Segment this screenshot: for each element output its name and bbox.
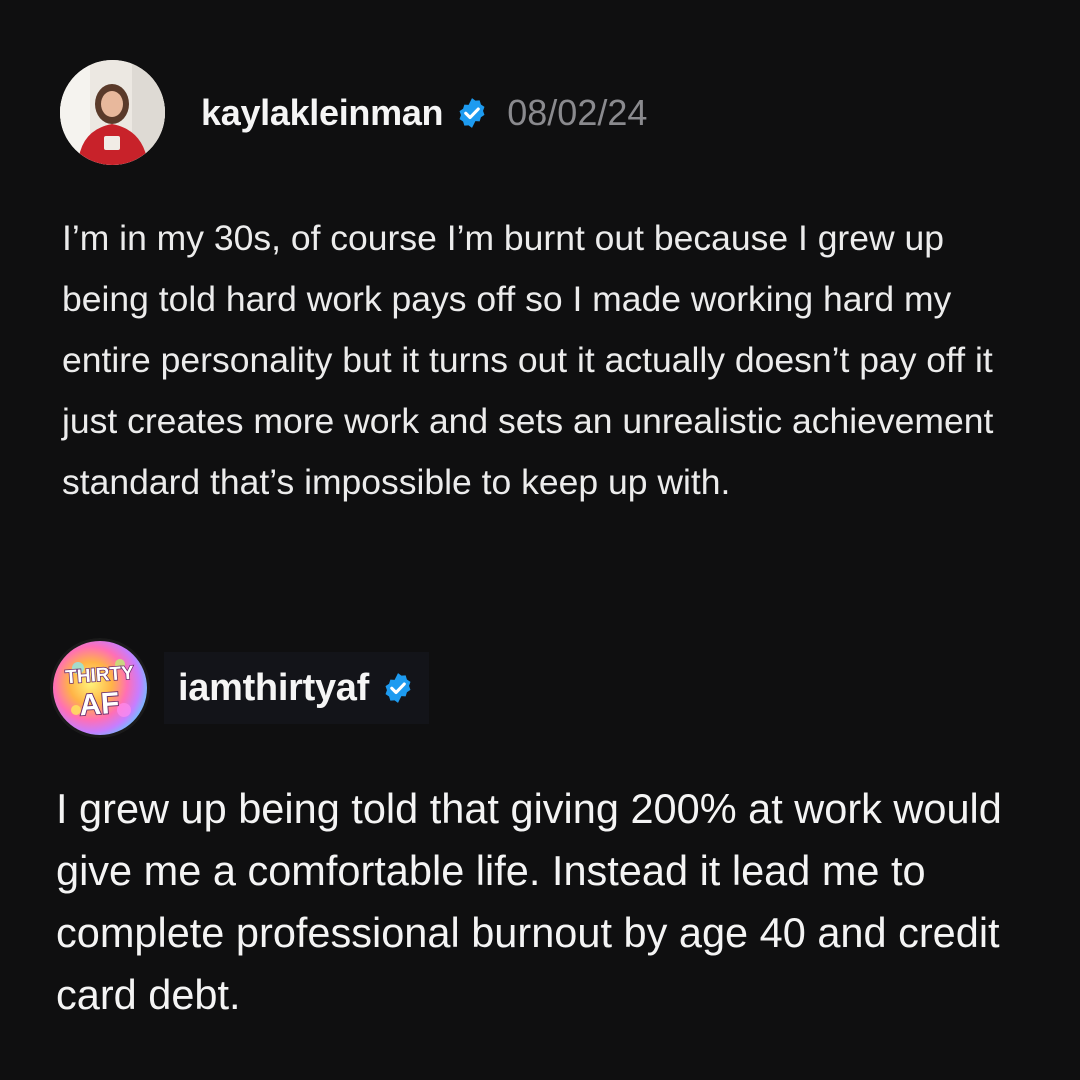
avatar[interactable] — [60, 60, 165, 165]
username-container: iamthirtyaf — [164, 652, 429, 724]
avatar[interactable]: THIRTY AF — [50, 638, 150, 738]
logo-text-af: AF — [78, 687, 120, 723]
post-header: kaylakleinman 08/02/24 — [60, 60, 647, 165]
username[interactable]: iamthirtyaf — [178, 667, 369, 710]
verified-badge-icon — [455, 96, 489, 130]
post-iamthirtyaf: THIRTY AF iamthirtyaf I grew up being to… — [0, 620, 1080, 1080]
post-date: 08/02/24 — [507, 91, 648, 133]
post-text: I’m in my 30s, of course I’m burnt out b… — [62, 218, 994, 502]
post-kaylakleinman: kaylakleinman 08/02/24 I’m in my 30s, of… — [0, 0, 1080, 600]
verified-badge-icon — [381, 671, 415, 705]
username[interactable]: kaylakleinman — [201, 92, 444, 134]
post-header: THIRTY AF iamthirtyaf — [50, 638, 429, 738]
post-text: I grew up being told that giving 200% at… — [56, 785, 1002, 1018]
